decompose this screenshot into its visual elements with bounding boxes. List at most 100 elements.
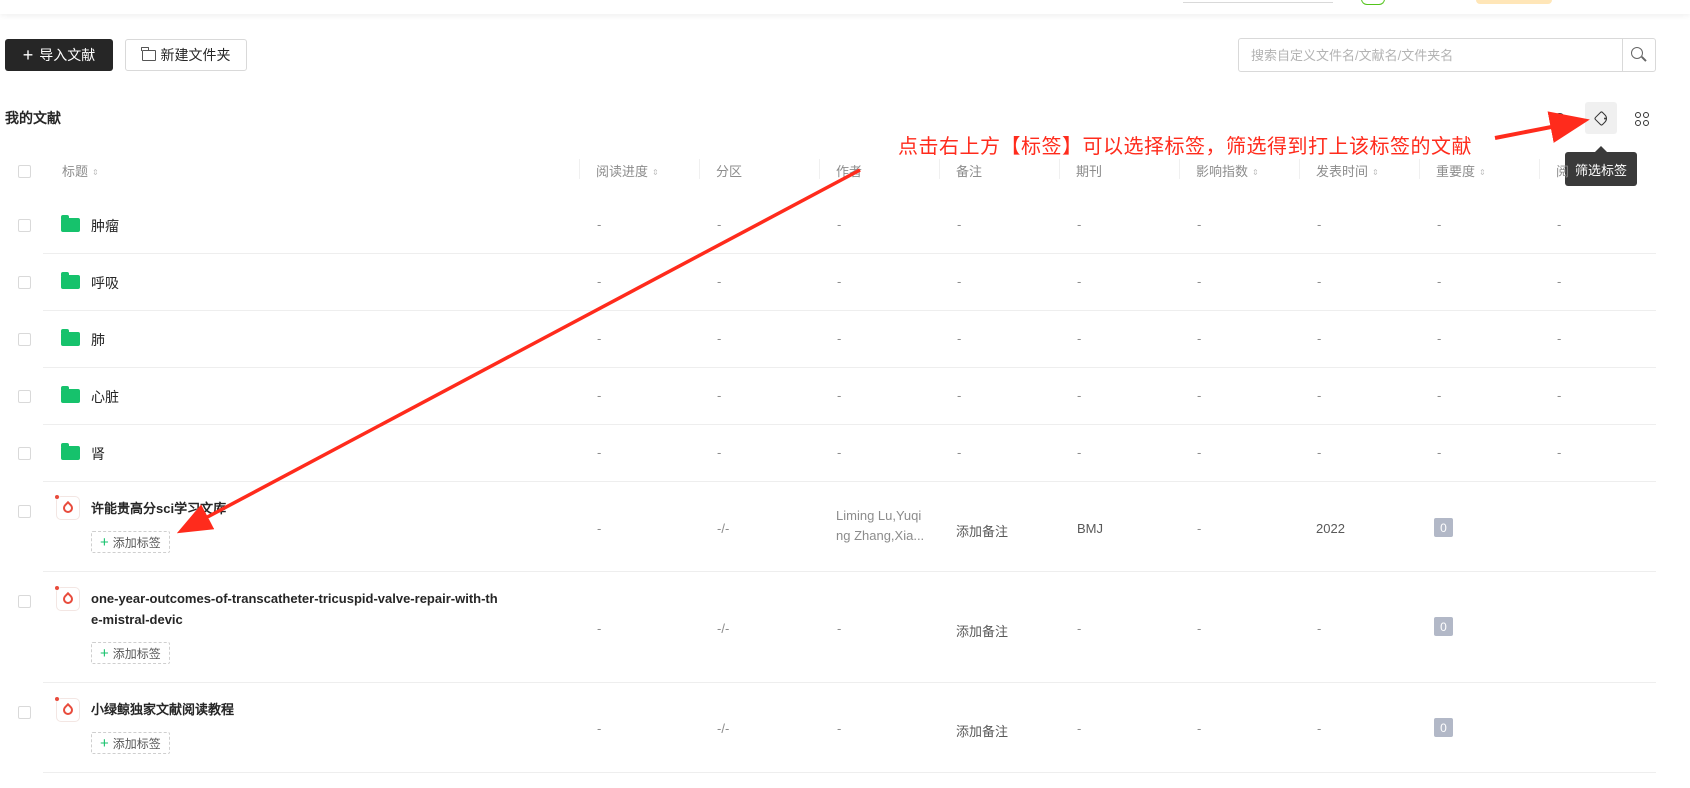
folder-icon — [141, 46, 156, 61]
acrobat-icon — [60, 591, 76, 607]
row-checkbox[interactable] — [18, 390, 31, 403]
importance-badge[interactable]: 0 — [1434, 718, 1453, 737]
plus-icon: + — [22, 45, 34, 65]
column-header-note[interactable]: 备注 — [956, 161, 982, 180]
search-button[interactable] — [1622, 39, 1655, 71]
column-divider — [1539, 159, 1540, 179]
app-icon[interactable] — [1361, 0, 1385, 5]
add-note-link[interactable]: 添加备注 — [956, 721, 1008, 740]
plus-icon: + — [100, 644, 109, 662]
row-checkbox[interactable] — [18, 276, 31, 289]
search-box — [1238, 38, 1656, 72]
cell-read: - — [1557, 217, 1562, 232]
cell-importance: - — [1437, 388, 1442, 403]
cell-impact: - — [1197, 445, 1202, 460]
cell-date: - — [1317, 388, 1322, 403]
gear-icon — [1553, 112, 1565, 124]
folder-name[interactable]: 呼吸 — [91, 273, 119, 293]
cell-importance: - — [1437, 217, 1442, 232]
folder-name[interactable]: 肾 — [91, 444, 105, 464]
cell-note: - — [957, 217, 962, 232]
new-folder-button[interactable]: 新建文件夹 — [125, 39, 247, 71]
cell-author: - — [837, 217, 842, 232]
add-note-link[interactable]: 添加备注 — [956, 621, 1008, 640]
sort-icon: ⇕ — [1479, 168, 1486, 177]
column-divider — [1419, 159, 1420, 179]
column-header-progress[interactable]: 阅读进度 ⇕ — [596, 161, 659, 180]
cell-zone: - — [717, 445, 722, 460]
add-tag-button[interactable]: + 添加标签 — [91, 732, 170, 754]
row-divider — [43, 310, 1656, 311]
select-all-checkbox[interactable] — [18, 165, 31, 178]
column-header-title[interactable]: 标题 ⇕ — [62, 161, 99, 180]
tag-icon — [1593, 110, 1609, 126]
cell-read: - — [1557, 445, 1562, 460]
pdf-icon — [55, 495, 79, 519]
top-input-field[interactable] — [1183, 0, 1333, 3]
document-title[interactable]: one-year-outcomes-of-transcatheter-tricu… — [91, 588, 498, 630]
column-header-date[interactable]: 发表时间 ⇕ — [1316, 161, 1379, 180]
sort-icon: ⇕ — [652, 168, 659, 177]
view-toggle-button[interactable] — [1625, 102, 1657, 134]
column-divider — [1179, 159, 1180, 179]
acrobat-icon — [60, 500, 76, 516]
cell-impact: - — [1197, 217, 1202, 232]
cell-read: - — [1557, 388, 1562, 403]
search-input[interactable] — [1239, 39, 1622, 71]
filter-tag-button[interactable] — [1585, 102, 1617, 134]
row-divider — [43, 367, 1656, 368]
row-checkbox[interactable] — [18, 219, 31, 232]
cell-impact: - — [1197, 388, 1202, 403]
sort-icon: ⇕ — [1372, 168, 1379, 177]
cell-importance: - — [1437, 274, 1442, 289]
column-header-zone[interactable]: 分区 — [716, 161, 742, 180]
row-divider — [43, 481, 1656, 482]
folder-name[interactable]: 肿瘤 — [91, 216, 119, 236]
column-divider — [579, 159, 580, 179]
column-header-impact[interactable]: 影响指数 ⇕ — [1196, 161, 1259, 180]
add-note-link[interactable]: 添加备注 — [956, 521, 1008, 540]
add-tag-button[interactable]: + 添加标签 — [91, 642, 170, 664]
folder-name[interactable]: 心脏 — [91, 387, 119, 407]
cell-journal: - — [1077, 388, 1082, 403]
column-header-importance[interactable]: 重要度 ⇕ — [1436, 161, 1486, 180]
row-checkbox[interactable] — [18, 505, 31, 518]
filter-tag-tooltip: 筛选标签 — [1565, 146, 1637, 186]
tutorial-annotation: 点击右上方【标签】可以选择标签，筛选得到打上该标签的文献 — [898, 136, 1472, 158]
cell-journal: - — [1077, 331, 1082, 346]
document-title[interactable]: 小绿鲸独家文献阅读教程 — [91, 699, 234, 720]
cell-impact: - — [1197, 621, 1202, 636]
grid-view-icon — [1635, 112, 1649, 126]
cell-zone: - — [717, 274, 722, 289]
import-button[interactable]: + 导入文献 — [5, 39, 113, 71]
folder-name[interactable]: 肺 — [91, 330, 105, 350]
cell-author: - — [837, 388, 842, 403]
column-header-read[interactable]: 阅 — [1556, 161, 1569, 180]
document-title[interactable]: 许能贵高分sci学习文库 — [91, 498, 226, 519]
cell-progress: - — [597, 521, 602, 536]
column-header-journal[interactable]: 期刊 — [1076, 161, 1102, 180]
row-checkbox[interactable] — [18, 333, 31, 346]
column-divider — [939, 159, 940, 179]
importance-badge[interactable]: 0 — [1434, 518, 1453, 537]
column-settings-button[interactable] — [1543, 102, 1575, 134]
folder-icon — [61, 329, 80, 346]
row-checkbox[interactable] — [18, 706, 31, 719]
cell-note: - — [957, 388, 962, 403]
importance-badge[interactable]: 0 — [1434, 617, 1453, 636]
row-divider — [43, 682, 1656, 683]
cell-read: - — [1557, 331, 1562, 346]
add-tag-button[interactable]: + 添加标签 — [91, 531, 170, 553]
folder-icon — [61, 215, 80, 232]
vip-badge[interactable] — [1476, 0, 1552, 4]
cell-date: - — [1317, 274, 1322, 289]
column-header-author[interactable]: 作者 — [836, 161, 862, 180]
row-checkbox[interactable] — [18, 595, 31, 608]
row-checkbox[interactable] — [18, 447, 31, 460]
plus-icon: + — [100, 734, 109, 752]
cell-zone: - — [717, 388, 722, 403]
cell-progress: - — [597, 217, 602, 232]
pdf-icon — [55, 697, 79, 721]
cell-progress: - — [597, 721, 602, 736]
cell-progress: - — [597, 331, 602, 346]
